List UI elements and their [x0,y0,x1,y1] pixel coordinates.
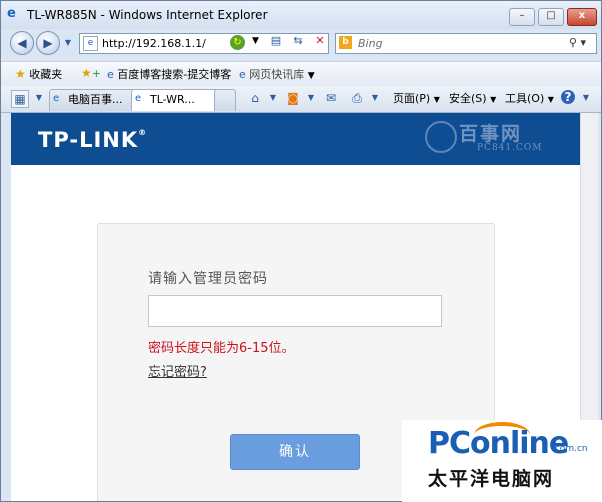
password-prompt: 请输入管理员密码 [148,271,268,287]
tab-label: TL-WR... [150,93,195,106]
favorite-item-label: 网页快讯库 [249,68,305,81]
close-button[interactable]: x [567,8,597,26]
header-banner: TP-LINK® 百事网 PC841.COM [11,113,580,165]
window-title: TL-WR885N - Windows Internet Explorer [27,8,268,22]
help-icon[interactable]: ? [561,90,575,104]
compatibility-icon[interactable]: ↻ [230,35,245,50]
favorites-bar: ★ 收藏夹 ★+ e 百度博客搜索-提交博客 e 网页快讯库 ▼ [1,61,601,86]
pc841-watermark: 百事网 PC841.COM [425,119,541,153]
add-favorite-icon[interactable]: ★+ [81,66,101,80]
pconline-domain: .com.cn [552,444,588,454]
pconline-watermark: PConline .com.cn 太平洋电脑网 [402,420,602,502]
watermark-chinese: 百事网 [459,123,523,145]
new-tab-button[interactable] [214,89,236,111]
tab-page-icon: e [135,93,142,104]
page-icon: e [107,68,114,81]
watermark-domain: PC841.COM [477,143,543,153]
forgot-password-link[interactable]: 忘记密码? [148,361,207,380]
address-url[interactable]: http://192.168.1.1/ [102,37,206,50]
favorites-button[interactable]: ★ 收藏夹 [15,66,62,82]
print-icon[interactable]: ⎙ [349,90,365,106]
search-placeholder[interactable]: Bing [358,37,383,50]
favorites-label: 收藏夹 [29,68,63,81]
forward-button[interactable]: ▶ [36,31,60,55]
feeds-icon[interactable]: ◙ [285,90,301,106]
print-dropdown-icon[interactable]: ▼ [367,90,383,106]
search-box[interactable]: b Bing ⚲ ▾ [335,33,597,54]
error-message: 密码长度只能为6-15位。 [148,341,295,356]
pconline-brand: PConline [428,426,569,461]
title-bar: e TL-WR885N - Windows Internet Explorer … [1,1,601,29]
page-menu[interactable]: 页面(P) ▼ [393,90,440,106]
tab-list-dropdown-icon[interactable]: ▼ [31,90,47,106]
favorites-star-icon: ★ [15,67,26,81]
favorite-item-web-slice[interactable]: e 网页快讯库 ▼ [239,66,315,82]
back-button[interactable]: ◀ [10,31,34,55]
navigation-bar: ◀ ▶ ▼ e http://192.168.1.1/ ↻ ▼ ▤ ⇆ ✕ b … [1,29,601,57]
recent-pages-dropdown-icon[interactable]: ▼ [59,34,77,52]
page-icon: e [83,36,98,51]
bing-logo-icon: b [339,36,352,49]
address-dropdown-icon[interactable]: ▼ [252,36,259,46]
read-mail-icon[interactable]: ✉ [323,90,339,106]
maximize-button[interactable]: □ [538,8,564,26]
tab-bar: ▦ ▼ e 电脑百事... e TL-WR... ✕ ⌂ ▼ ◙ ▼ ✉ ⎙ ▼… [1,86,601,113]
ie-logo-icon: e [7,6,16,21]
quick-tabs-icon[interactable]: ▦ [11,90,29,108]
compatibility-view-icon[interactable]: ▤ [267,32,285,50]
feeds-dropdown-icon[interactable]: ▼ [303,90,319,106]
watermark-logo-icon [425,121,457,153]
tab-page-icon: e [53,93,60,104]
favorite-item-label: 百度博客搜索-提交博客 [117,68,232,81]
home-icon[interactable]: ⌂ [247,90,263,106]
pconline-chinese: 太平洋电脑网 [428,468,555,490]
web-slice-icon: e [239,68,246,81]
home-dropdown-icon[interactable]: ▼ [265,90,281,106]
password-input[interactable] [148,295,442,327]
search-icon[interactable]: ⚲ ▾ [569,36,586,49]
confirm-button[interactable]: 确认 [230,434,360,470]
stop-icon[interactable]: ✕ [311,32,329,50]
minimize-button[interactable]: – [509,8,535,26]
favorite-item-baidu-blog[interactable]: e 百度博客搜索-提交博客 [107,66,231,82]
refresh-icon[interactable]: ⇆ [289,32,307,50]
help-dropdown-icon[interactable]: ▼ [578,90,594,106]
safety-menu[interactable]: 安全(S) ▼ [449,90,496,106]
tp-link-logo: TP-LINK® [38,128,148,152]
tab-label: 电脑百事... [68,93,123,106]
tools-menu[interactable]: 工具(O) ▼ [505,90,554,106]
chevron-down-icon: ▼ [307,71,315,81]
